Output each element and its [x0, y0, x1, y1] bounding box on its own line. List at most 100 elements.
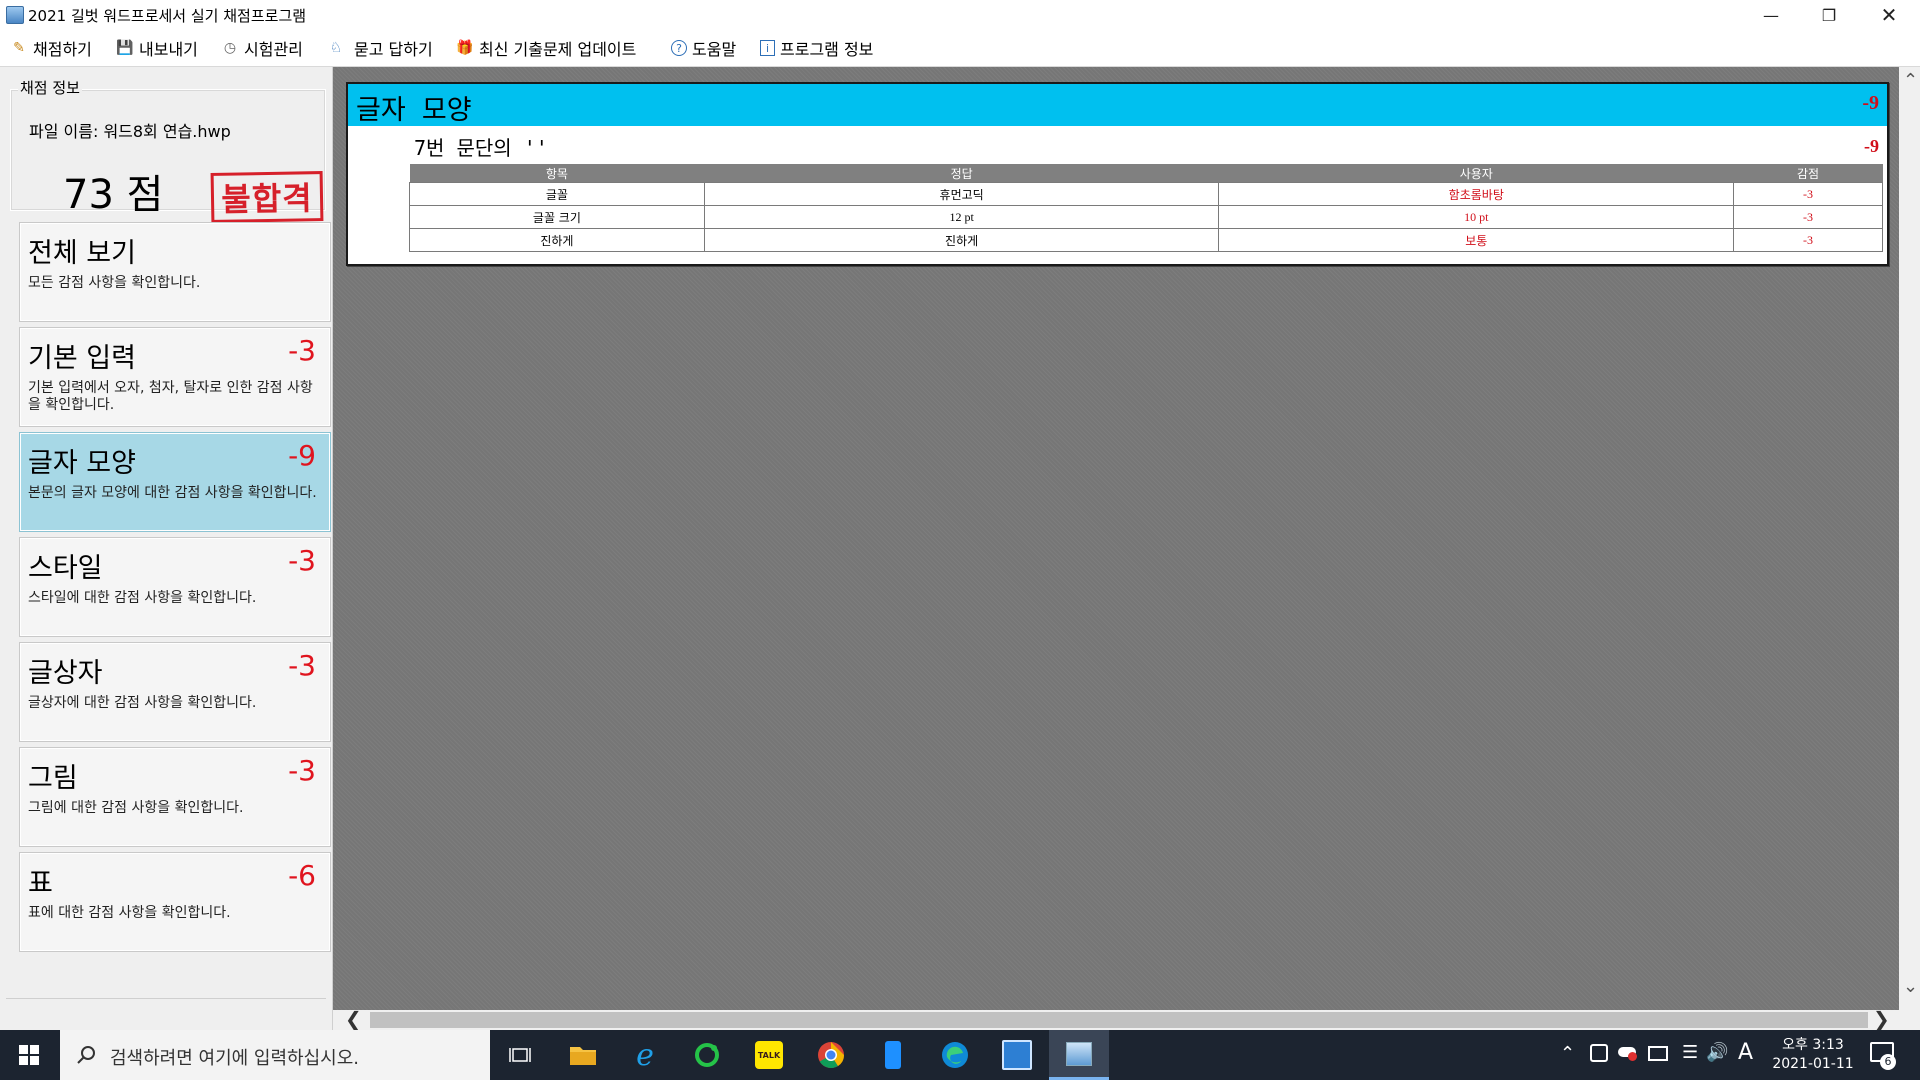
- vertical-scrollbar[interactable]: ⌃ ⌄: [1899, 67, 1920, 1010]
- notification-count-badge: 6: [1880, 1054, 1896, 1070]
- clock-icon: ◷: [223, 40, 237, 56]
- grade-button[interactable]: ✎ 채점하기: [10, 37, 92, 59]
- qna-button[interactable]: ♘ 묻고 답하기: [327, 37, 433, 59]
- app-icon-blue[interactable]: [987, 1030, 1047, 1080]
- task-view-icon[interactable]: [490, 1030, 550, 1080]
- report-header: 글자 모양 -9: [348, 84, 1887, 126]
- fail-stamp: 불합격: [210, 171, 324, 223]
- cell-deduct: -3: [1733, 205, 1883, 229]
- cell-answer: 휴먼고딕: [703, 182, 1220, 206]
- windows-icon: [19, 1045, 39, 1065]
- help-button[interactable]: ? 도움말: [671, 37, 736, 59]
- column-header: 정답: [704, 164, 1219, 183]
- category-desc: 글상자에 대한 감점 사항을 확인합니다.: [28, 695, 257, 711]
- taskbar: 검색하려면 여기에 입력하십시오. e TALK ⌃ ☰ 🔊 A 오후 3:13…: [0, 1030, 1920, 1080]
- category-picture[interactable]: 그림 -3 그림에 대한 감점 사항을 확인합니다.: [19, 747, 331, 847]
- group-title: 채점 정보: [18, 77, 82, 98]
- section-deduct: -9: [1864, 136, 1879, 156]
- naver-whale-icon[interactable]: [677, 1030, 737, 1080]
- toolbar: ✎ 채점하기 💾 내보내기 ◷ 시험관리 ♘ 묻고 답하기 🎁 최신 기출문제 …: [0, 30, 1920, 67]
- category-title: 그림: [28, 763, 78, 794]
- category-deduct: -9: [288, 439, 316, 472]
- internet-explorer-icon[interactable]: e: [615, 1030, 675, 1080]
- divider: [6, 998, 326, 999]
- clock-date[interactable]: 2021-01-11: [1760, 1056, 1866, 1072]
- horizontal-scroll-thumb[interactable]: [370, 1012, 1868, 1028]
- exam-manage-button[interactable]: ◷ 시험관리: [221, 37, 303, 59]
- category-textbox[interactable]: 글상자 -3 글상자에 대한 감점 사항을 확인합니다.: [19, 642, 331, 742]
- cell-deduct: -3: [1733, 228, 1883, 252]
- category-deduct: -6: [288, 859, 316, 892]
- category-desc: 모든 감점 사항을 확인합니다.: [28, 275, 201, 291]
- close-button[interactable]: ✕: [1860, 0, 1918, 30]
- scroll-left-icon[interactable]: ❮: [345, 1009, 362, 1029]
- app-icon: [6, 6, 24, 24]
- pencil-icon: ✎: [13, 40, 25, 56]
- category-title: 전체 보기: [28, 238, 136, 269]
- cell-item: 진하게: [409, 228, 705, 252]
- search-icon: [77, 1046, 95, 1064]
- restore-button[interactable]: ❐: [1800, 0, 1858, 30]
- start-button[interactable]: [0, 1030, 58, 1080]
- edge-icon[interactable]: [925, 1030, 985, 1080]
- table-row: 글꼴 휴먼고딕 함초롬바탕 -3: [409, 182, 1883, 206]
- cell-answer: 진하게: [703, 228, 1220, 252]
- input-method-indicator[interactable]: A: [1738, 1040, 1753, 1065]
- category-desc: 기본 입력에서 오자, 첨자, 탈자로 인한 감점 사항을 확인합니다.: [28, 380, 313, 413]
- table-header-row: 항목 정답 사용자 감점: [409, 164, 1883, 183]
- category-basic-input[interactable]: 기본 입력 -3 기본 입력에서 오자, 첨자, 탈자로 인한 감점 사항을 확…: [19, 327, 331, 427]
- category-title: 글자 모양: [28, 448, 136, 479]
- column-header: 감점: [1733, 164, 1883, 183]
- taskbar-search[interactable]: 검색하려면 여기에 입력하십시오.: [60, 1030, 490, 1080]
- cell-user: 10 pt: [1218, 205, 1735, 229]
- column-header: 항목: [409, 164, 705, 183]
- category-char-shape[interactable]: 글자 모양 -9 본문의 글자 모양에 대한 감점 사항을 확인합니다.: [19, 432, 331, 532]
- deduction-table: 항목 정답 사용자 감점 글꼴 휴먼고딕 함초롬바탕 -3 글꼴 크기 12 p…: [409, 164, 1883, 252]
- volume-icon[interactable]: 🔊: [1706, 1042, 1728, 1063]
- column-header: 사용자: [1218, 164, 1734, 183]
- phone-app-icon[interactable]: [863, 1030, 923, 1080]
- category-deduct: -3: [288, 334, 316, 367]
- export-button[interactable]: 💾 내보내기: [116, 37, 198, 59]
- category-desc: 본문의 글자 모양에 대한 감점 사항을 확인합니다.: [28, 485, 317, 501]
- update-button[interactable]: 🎁 최신 기출문제 업데이트: [456, 37, 636, 59]
- tray-chevron-icon[interactable]: ⌃: [1560, 1043, 1575, 1064]
- cell-answer: 12 pt: [703, 205, 1220, 229]
- category-title: 글상자: [28, 658, 103, 689]
- table-row: 글꼴 크기 12 pt 10 pt -3: [409, 205, 1883, 229]
- category-style[interactable]: 스타일 -3 스타일에 대한 감점 사항을 확인합니다.: [19, 537, 331, 637]
- report-card: 글자 모양 -9 7번 문단의 '' -9 항목 정답 사용자 감점 글꼴 휴먼…: [346, 82, 1889, 266]
- kakaotalk-icon[interactable]: TALK: [739, 1030, 799, 1080]
- cell-item: 글꼴 크기: [409, 205, 705, 229]
- category-deduct: -3: [288, 649, 316, 682]
- file-explorer-icon[interactable]: [553, 1030, 613, 1080]
- category-overview[interactable]: 전체 보기 모든 감점 사항을 확인합니다.: [19, 222, 331, 322]
- category-title: 표: [28, 868, 53, 899]
- scroll-down-icon[interactable]: ⌄: [1903, 977, 1918, 997]
- cell-user: 보통: [1218, 228, 1735, 252]
- meet-now-icon[interactable]: [1590, 1044, 1608, 1062]
- chrome-icon[interactable]: [801, 1030, 861, 1080]
- minimize-button[interactable]: —: [1742, 0, 1800, 30]
- report-total-deduct: -9: [1862, 92, 1879, 114]
- clock-time[interactable]: 오후 3:13: [1768, 1034, 1858, 1054]
- info-icon: i: [760, 40, 775, 56]
- category-table[interactable]: 표 -6 표에 대한 감점 사항을 확인합니다.: [19, 852, 331, 952]
- scroll-right-icon[interactable]: ❯: [1873, 1009, 1890, 1029]
- category-title: 스타일: [28, 553, 103, 584]
- grading-app-taskbar-icon[interactable]: [1049, 1030, 1109, 1080]
- category-desc: 스타일에 대한 감점 사항을 확인합니다.: [28, 590, 257, 606]
- network-icon[interactable]: ☰: [1682, 1042, 1698, 1063]
- scroll-up-icon[interactable]: ⌃: [1903, 71, 1918, 91]
- battery-icon[interactable]: [1648, 1046, 1668, 1061]
- cell-user: 함초롬바탕: [1218, 182, 1735, 206]
- title-bar: 2021 길벗 워드프로세서 실기 채점프로그램 — ❐ ✕: [0, 0, 1920, 30]
- score-group: 파일 이름: 워드8회 연습.hwp 73 점 불합격: [10, 89, 326, 223]
- category-title: 기본 입력: [28, 343, 136, 374]
- program-info-button[interactable]: i 프로그램 정보: [760, 37, 873, 59]
- category-desc: 그림에 대한 감점 사항을 확인합니다.: [28, 800, 244, 816]
- cell-item: 글꼴: [409, 182, 705, 206]
- cell-deduct: -3: [1733, 182, 1883, 206]
- category-deduct: -3: [288, 754, 316, 787]
- onedrive-error-badge-icon: [1628, 1052, 1637, 1061]
